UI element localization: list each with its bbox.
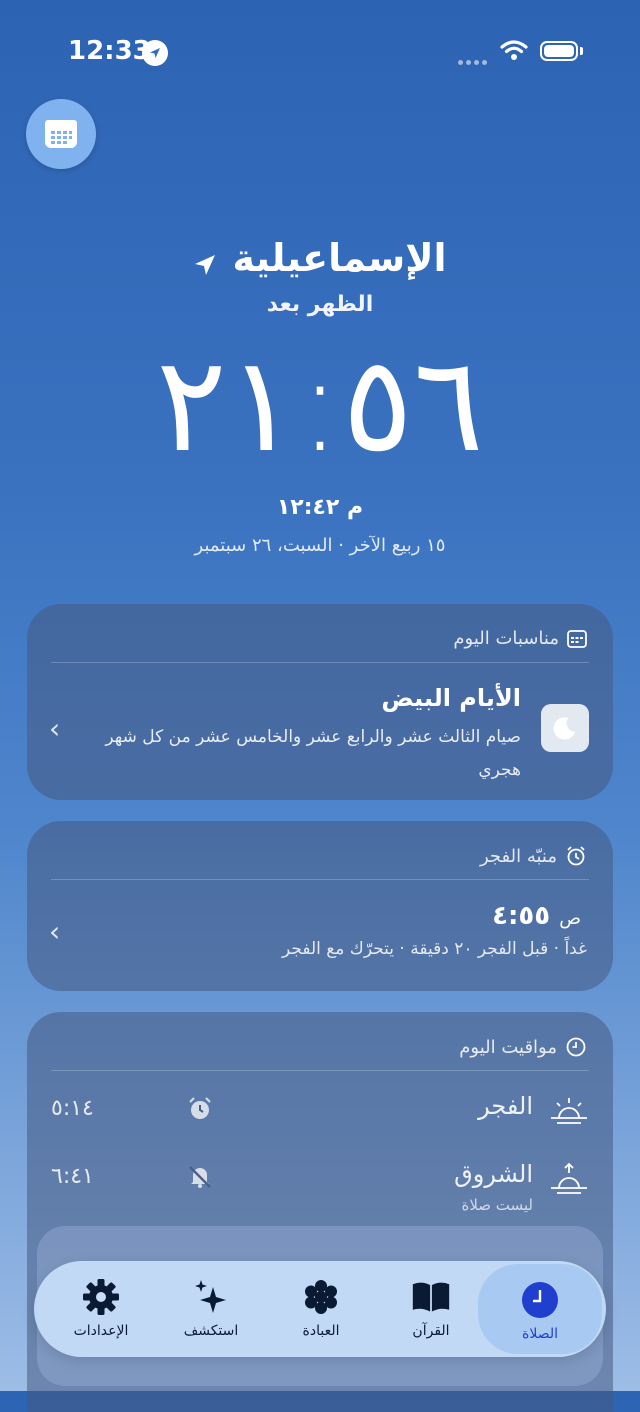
tab-worship[interactable]: العبادة — [266, 1261, 376, 1357]
chevron-left-icon[interactable]: ‹ — [49, 915, 60, 948]
prayers-card-title: مواقيت اليوم — [459, 1036, 557, 1058]
city-row[interactable]: الإسماعيلية — [0, 236, 640, 281]
alarm-card-title: منبّه الفجر — [479, 845, 557, 867]
location-arrow-icon — [193, 253, 217, 281]
tab-quran[interactable]: القرآن — [376, 1261, 486, 1357]
clock-icon — [566, 1037, 586, 1057]
prayer-subtitle: ليست صلاة — [461, 1196, 533, 1214]
alarm-ampm: ص — [559, 908, 581, 929]
events-card[interactable]: مناسبات اليوم الأيام البيض صيام الثالث ع… — [27, 604, 613, 800]
event-description: صيام الثالث عشر والرابع عشر والخامس عشر … — [105, 727, 521, 780]
prayer-name: الشروق — [454, 1160, 533, 1188]
chevron-left-icon[interactable]: ‹ — [49, 712, 60, 745]
calendar-icon — [45, 120, 77, 148]
events-card-header: مناسبات اليوم — [453, 628, 587, 649]
event-title: الأيام البيض — [381, 684, 521, 712]
prayer-name: الفجر — [478, 1092, 533, 1120]
tab-label: الصلاة — [522, 1326, 558, 1342]
prayer-time: ٥:١٤ — [51, 1096, 94, 1121]
city-name: الإسماعيلية — [232, 236, 447, 280]
tab-label: الإعدادات — [73, 1323, 129, 1339]
signal-icon — [458, 50, 490, 69]
bell-slash-icon[interactable] — [187, 1164, 213, 1194]
book-icon — [411, 1277, 451, 1317]
tab-label: استكشف — [183, 1323, 239, 1339]
tab-explore[interactable]: استكشف — [156, 1261, 266, 1357]
alarm-card-header: منبّه الفجر — [480, 845, 587, 867]
alarm-time-value: ٤:٥٥ — [492, 901, 551, 931]
sparkles-icon — [191, 1277, 231, 1317]
current-time-value: ١٢:٤٢ — [276, 495, 340, 520]
battery-icon — [540, 41, 578, 61]
tab-prayer[interactable]: الصلاة — [478, 1264, 602, 1354]
current-ampm: م — [347, 495, 364, 520]
sunrise-up-icon — [549, 1162, 589, 1200]
status-bar: 12:33 — [0, 0, 640, 100]
prayer-row-fajr[interactable]: الفجر ٥:١٤ — [51, 1084, 589, 1148]
events-card-title: مناسبات اليوم — [453, 628, 559, 649]
calendar-button[interactable] — [26, 99, 96, 169]
tab-settings[interactable]: الإعدادات — [46, 1261, 156, 1357]
calendar-icon — [567, 629, 587, 648]
fajr-alarm-card[interactable]: منبّه الفجر ص ٤:٥٥ غداً · قبل الفجر ٢٠ د… — [27, 821, 613, 991]
status-time: 12:33 — [68, 36, 151, 66]
sunrise-icon — [549, 1094, 589, 1130]
next-prayer-label: الظهر بعد — [266, 292, 374, 317]
alarm-time: ص ٤:٥٥ — [492, 901, 587, 931]
moon-icon — [541, 704, 589, 752]
tab-label: العبادة — [302, 1323, 340, 1339]
prayer-row-sunrise[interactable]: الشروق ليست صلاة ٦:٤١ — [51, 1152, 589, 1216]
alarm-clock-icon — [567, 846, 585, 866]
wifi-icon — [500, 38, 528, 66]
alarm-description: غداً · قبل الفجر ٢٠ دقيقة · يتحرّك مع ال… — [281, 939, 587, 959]
tab-label: القرآن — [412, 1323, 450, 1339]
alarm-clock-icon[interactable] — [187, 1096, 213, 1126]
location-arrow-icon — [142, 40, 168, 66]
tab-bar: الإعدادات استكشف العبادة القرآن الصلاة — [34, 1261, 606, 1357]
prayer-time: ٦:٤١ — [51, 1164, 94, 1189]
gear-icon — [81, 1277, 121, 1317]
clock-icon — [520, 1280, 560, 1320]
countdown: ٢١:٥٦ — [155, 328, 485, 482]
flower-icon — [301, 1277, 341, 1317]
prayers-card-header: مواقيت اليوم — [459, 1036, 587, 1058]
date-line: ١٥ ربيع الآخر · السبت، ٢٦ سبتمبر — [194, 535, 446, 556]
current-time: م ١٢:٤٢ — [0, 495, 640, 520]
